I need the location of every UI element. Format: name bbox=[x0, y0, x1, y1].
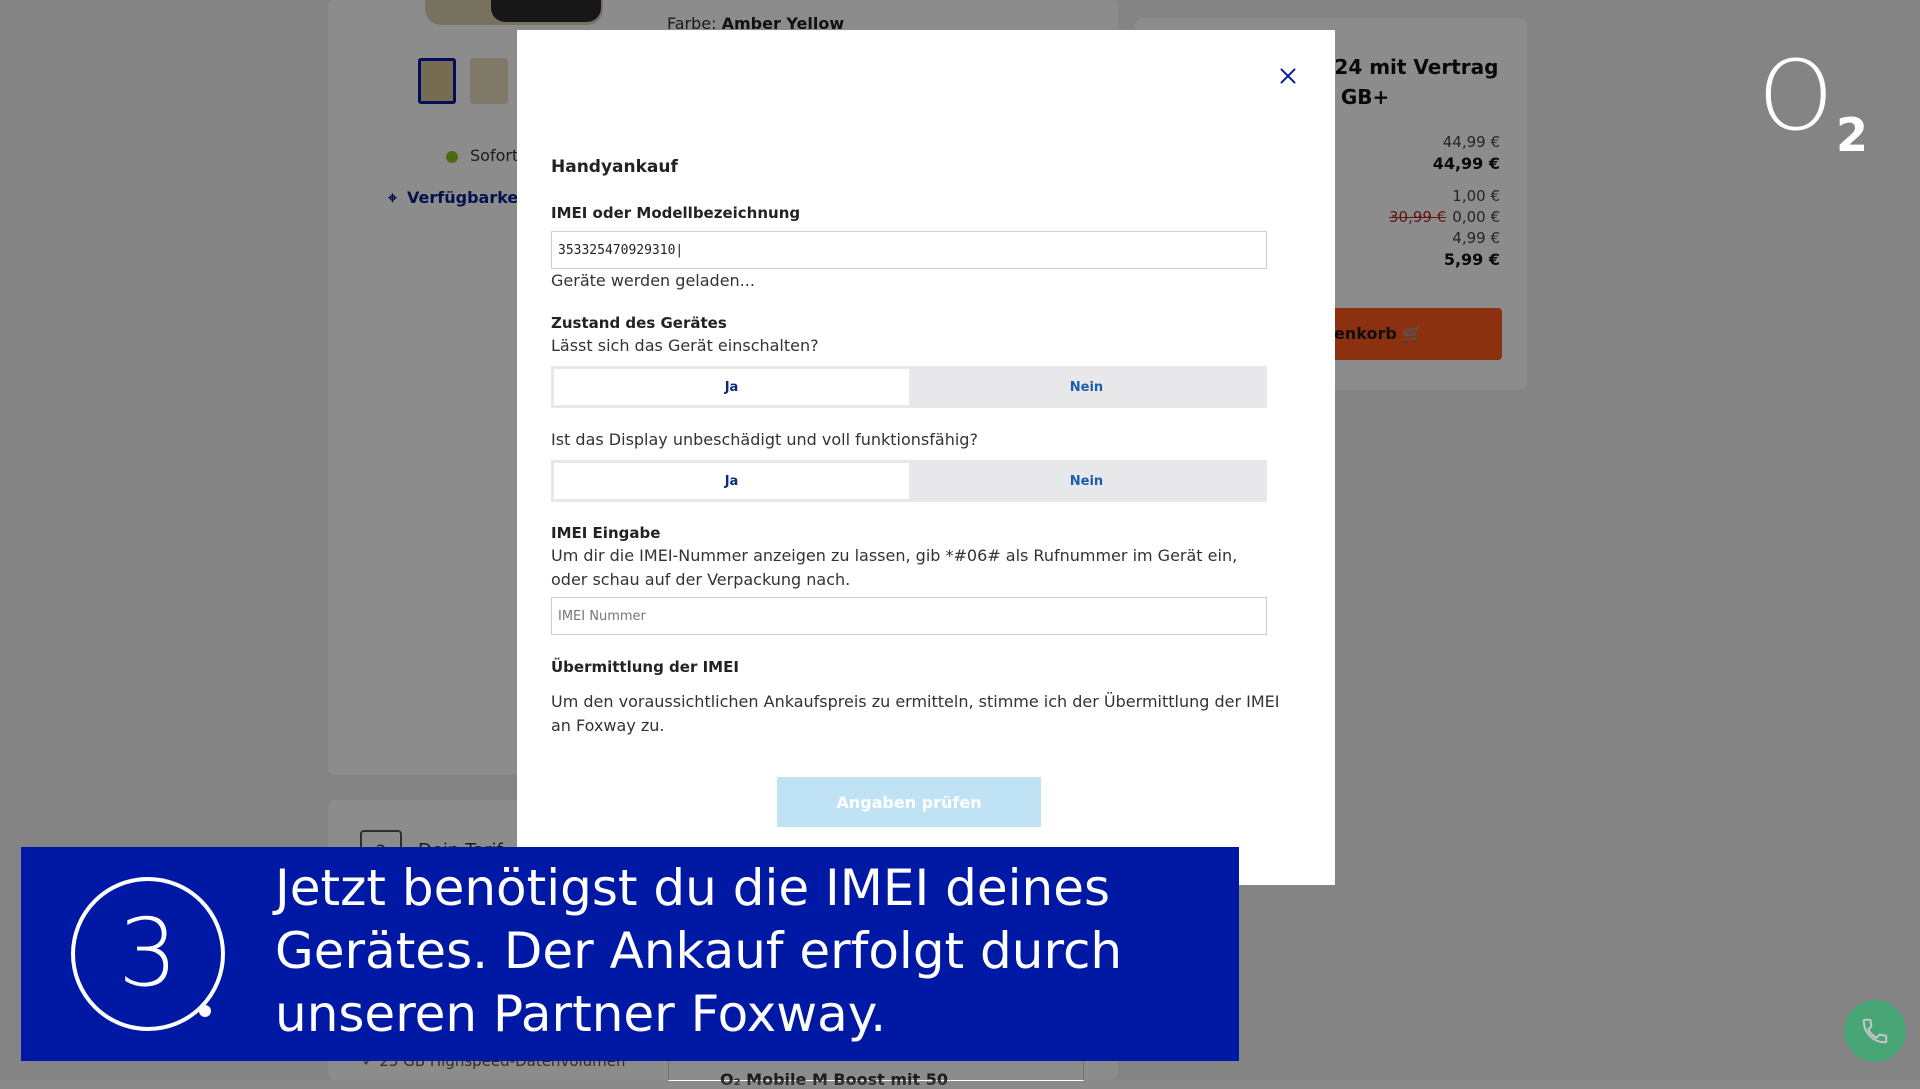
display-no-button[interactable]: Nein bbox=[909, 463, 1264, 499]
o2-logo: O2 bbox=[1758, 40, 1869, 162]
power-yes-button[interactable]: Ja bbox=[554, 369, 909, 405]
imei-hint: Um dir die IMEI-Nummer anzeigen zu lasse… bbox=[551, 546, 1238, 589]
condition-label: Zustand des Gerätes bbox=[551, 314, 727, 332]
caption-text: Jetzt benötigst du die IMEI deines Gerät… bbox=[275, 859, 1123, 1043]
transfer-text: Um den voraussichtlichen Ankaufspreis zu… bbox=[551, 692, 1280, 735]
phone-icon bbox=[1862, 1018, 1888, 1044]
step-dot-icon bbox=[199, 1005, 211, 1017]
power-no-button[interactable]: Nein bbox=[909, 369, 1264, 405]
modal-title: Handyankauf bbox=[551, 157, 678, 177]
step-indicator: 3 bbox=[71, 877, 225, 1031]
display-toggle: Ja Nein bbox=[551, 460, 1267, 502]
question-display: Ist das Display unbeschädigt und voll fu… bbox=[551, 430, 978, 449]
check-details-button[interactable]: Angaben prüfen bbox=[777, 777, 1041, 827]
step-number: 3 bbox=[118, 899, 178, 1008]
trade-in-modal: Handyankauf IMEI oder Modellbezeichnung … bbox=[517, 30, 1335, 885]
question-power: Lässt sich das Gerät einschalten? bbox=[551, 336, 819, 355]
loading-text: Geräte werden geladen... bbox=[551, 271, 755, 290]
imei-model-input[interactable] bbox=[551, 231, 1267, 269]
step-caption-banner: 3 Jetzt benötigst du die IMEI deines Ger… bbox=[21, 847, 1239, 1061]
close-icon[interactable] bbox=[1276, 64, 1300, 88]
imei-input-label: IMEI Eingabe bbox=[551, 524, 661, 542]
transfer-label: Übermittlung der IMEI bbox=[551, 658, 739, 676]
imei-model-label: IMEI oder Modellbezeichnung bbox=[551, 204, 801, 222]
imei-number-input[interactable] bbox=[551, 597, 1267, 635]
display-yes-button[interactable]: Ja bbox=[554, 463, 909, 499]
power-toggle: Ja Nein bbox=[551, 366, 1267, 408]
call-button[interactable] bbox=[1844, 1000, 1906, 1062]
